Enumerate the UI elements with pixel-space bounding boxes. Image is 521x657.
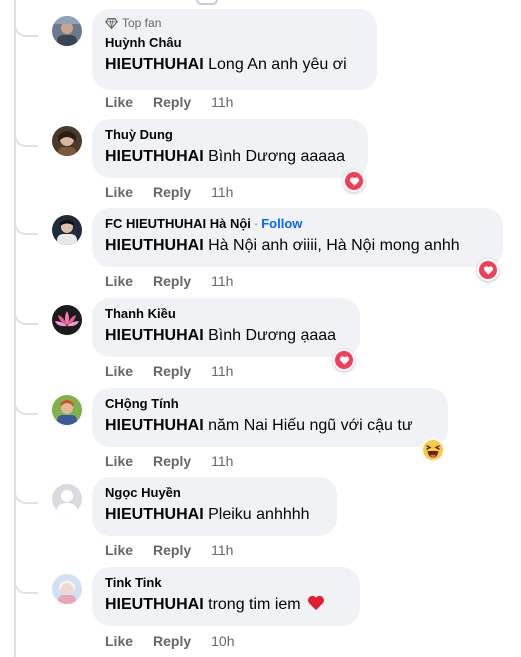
comment-bubble: FC HIEUTHUHAI Hà Nội · Follow HIEUTHUHAI H… [92, 208, 503, 267]
comment-actions: Like Reply 11h [105, 453, 233, 469]
comment-bubble: CHộng Tính HIEUTHUHAI năm Nai Hiếu ngũ v… [92, 388, 448, 447]
comment-actions: Like Reply 11h [105, 542, 233, 558]
timestamp[interactable]: 11h [211, 363, 233, 379]
thread-branch [14, 129, 38, 147]
commenter-name[interactable]: Thanh Kiều [105, 306, 176, 321]
commenter-name[interactable]: Tink Tink [105, 575, 162, 590]
haha-icon [421, 438, 445, 462]
comment-bubble: Thanh Kiều HIEUTHUHAI Bình Dương ạaaa [92, 298, 360, 357]
mention-tag[interactable]: HIEUTHUHAI [105, 596, 204, 613]
reply-button[interactable]: Reply [153, 542, 191, 558]
thread-branch [14, 397, 38, 415]
comment-actions: Like Reply 11h [105, 94, 233, 110]
comment-text: Hà Nội anh ơiiii, Hà Nội mong anhh [208, 237, 460, 254]
collapsed-reply-connector [196, 0, 218, 5]
love-icon [483, 265, 493, 275]
mention-tag[interactable]: HIEUTHUHAI [105, 417, 204, 434]
timestamp[interactable]: 10h [211, 633, 234, 649]
thread-line [14, 0, 16, 657]
reply-button[interactable]: Reply [153, 453, 191, 469]
comment-text: Bình Dương aaaaa [208, 148, 345, 165]
love-reaction[interactable] [477, 259, 499, 281]
reply-button[interactable]: Reply [153, 273, 191, 289]
avatar[interactable] [52, 574, 82, 604]
love-reaction[interactable] [343, 170, 365, 192]
like-button[interactable]: Like [105, 273, 133, 289]
comment-text: trong tim iem [208, 596, 301, 613]
avatar[interactable] [52, 484, 82, 514]
top-fan-badge: Top fan [105, 16, 364, 30]
comment-text: năm Nai Hiếu ngũ với cậu tư [208, 417, 413, 434]
comment-bubble: Thuỳ Dung HIEUTHUHAI Bình Dương aaaaa [92, 119, 368, 178]
like-button[interactable]: Like [105, 184, 133, 200]
thread-branch [14, 576, 38, 594]
timestamp[interactable]: 11h [211, 453, 233, 469]
like-button[interactable]: Like [105, 453, 133, 469]
avatar[interactable] [52, 126, 82, 156]
commenter-name[interactable]: FC HIEUTHUHAI Hà Nội [105, 216, 251, 231]
timestamp[interactable]: 11h [211, 184, 233, 200]
avatar[interactable] [52, 215, 82, 245]
separator-dot: · [253, 216, 259, 231]
commenter-name[interactable]: CHộng Tính [105, 396, 179, 411]
comment-actions: Like Reply 11h [105, 184, 233, 200]
thread-branch [14, 217, 38, 235]
love-icon [349, 176, 359, 186]
comment-actions: Like Reply 11h [105, 273, 233, 289]
like-button[interactable]: Like [105, 542, 133, 558]
love-icon [339, 355, 349, 365]
avatar[interactable] [52, 305, 82, 335]
thread-branch [14, 19, 38, 37]
commenter-name[interactable]: Ngọc Huyền [105, 485, 181, 500]
mention-tag[interactable]: HIEUTHUHAI [105, 327, 204, 344]
avatar[interactable] [52, 16, 82, 46]
mention-tag[interactable]: HIEUTHUHAI [105, 148, 204, 165]
haha-reaction[interactable] [421, 438, 445, 462]
thread-branch [14, 307, 38, 325]
timestamp[interactable]: 11h [211, 542, 233, 558]
reply-button[interactable]: Reply [153, 363, 191, 379]
comment-bubble: Top fan Huỳnh Châu HIEUTHUHAI Long An an… [92, 9, 377, 90]
avatar[interactable] [52, 395, 82, 425]
commenter-name[interactable]: Huỳnh Châu [105, 35, 182, 50]
default-avatar-icon [52, 484, 82, 514]
commenter-name[interactable]: Thuỳ Dung [105, 127, 173, 142]
reply-button[interactable]: Reply [153, 184, 191, 200]
comment-text: Pleiku anhhhh [208, 506, 310, 523]
thread-branch [14, 486, 38, 504]
comment-actions: Like Reply 11h [105, 363, 233, 379]
like-button[interactable]: Like [105, 94, 133, 110]
timestamp[interactable]: 11h [211, 94, 233, 110]
timestamp[interactable]: 11h [211, 273, 233, 289]
love-reaction[interactable] [333, 349, 355, 371]
comment-bubble: Ngọc Huyền HIEUTHUHAI Pleiku anhhhh [92, 477, 337, 536]
comment-text: Bình Dương ạaaa [208, 327, 337, 344]
like-button[interactable]: Like [105, 363, 133, 379]
reply-button[interactable]: Reply [153, 94, 191, 110]
mention-tag[interactable]: HIEUTHUHAI [105, 237, 204, 254]
comment-actions: Like Reply 10h [105, 633, 235, 649]
diamond-icon [105, 17, 118, 29]
badge-label: Top fan [122, 16, 162, 30]
mention-tag[interactable]: HIEUTHUHAI [105, 56, 204, 73]
mention-tag[interactable]: HIEUTHUHAI [105, 506, 204, 523]
comment-text: Long An anh yêu ơi [208, 56, 347, 73]
follow-button[interactable]: Follow [261, 216, 302, 231]
comment-bubble: Tink Tink HIEUTHUHAI trong tim iem [92, 567, 360, 626]
like-button[interactable]: Like [105, 633, 133, 649]
red-heart-emoji [307, 595, 324, 611]
reply-button[interactable]: Reply [153, 633, 191, 649]
